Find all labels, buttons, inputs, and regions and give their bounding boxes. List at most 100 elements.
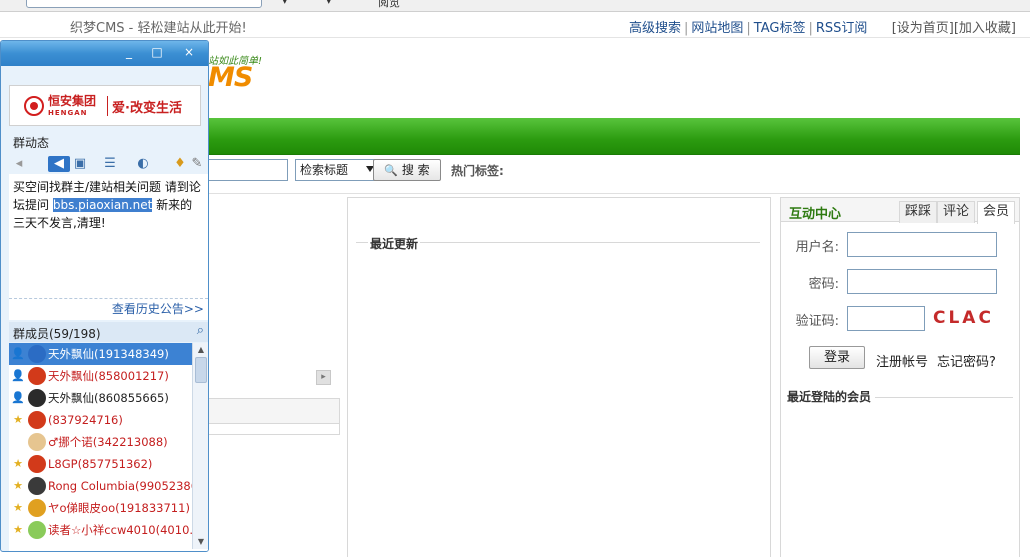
star-icon: ★ (13, 479, 23, 492)
wrench-icon[interactable]: ✎ (189, 156, 205, 172)
recent-updates-panel: 最近更新 (347, 197, 771, 557)
member-row[interactable]: ★ 读者☆小祥ccw4010(4010... (9, 519, 192, 541)
search-type-value: 检索标题 (300, 163, 349, 177)
blank-icon (11, 434, 25, 449)
list-icon[interactable]: ☰ (102, 156, 118, 172)
scroll-up-icon[interactable]: ▲ (195, 344, 207, 356)
avatar[interactable] (28, 367, 46, 385)
avatar[interactable] (28, 411, 46, 429)
interaction-center-title: 互动中心 (789, 207, 842, 222)
chat-icon[interactable]: ◐ (135, 156, 151, 172)
advanced-search-link[interactable]: 高级搜索 (629, 21, 681, 36)
link-separator: | (808, 21, 813, 36)
toolbar-arrow-icon[interactable]: ▾ (326, 0, 332, 7)
member-row[interactable]: 👤 天外飘仙(858001217) (9, 365, 192, 387)
tab-caicai[interactable]: 踩踩 (899, 201, 937, 223)
bulb-icon[interactable]: ♦ (172, 156, 188, 172)
tab-comments[interactable]: 评论 (937, 201, 975, 223)
banner-separator (107, 96, 108, 116)
scroll-down-icon[interactable]: ▼ (195, 536, 207, 548)
admin-icon: 👤 (11, 347, 25, 360)
qq-group-window: _ □ × 恒安集团 HENGAN 爱·改变生活 群动态 ◂ ◀ ▣ ☰ ◐ ♦ … (0, 40, 209, 552)
search-input[interactable] (208, 159, 288, 181)
hot-tags-label: 热门标签: (451, 164, 504, 178)
star-icon: ★ (13, 413, 23, 426)
image-icon[interactable]: ▣ (72, 156, 88, 172)
member-list-scrollbar[interactable]: ▲ ▼ (192, 343, 208, 549)
link-separator: | (684, 21, 689, 36)
captcha-image[interactable]: CLAC (933, 306, 997, 331)
hengan-logo-icon (24, 96, 44, 116)
tab-members[interactable]: 会员 (977, 201, 1015, 224)
avatar[interactable] (28, 455, 46, 473)
scroll-thumb[interactable] (195, 357, 207, 383)
members-title: 群成员(59/198) (13, 327, 101, 341)
member-row[interactable]: ★ Rong Columbia(990523860) (9, 475, 192, 497)
tag-link[interactable]: TAG标签 (754, 21, 806, 36)
member-name: 天外飘仙(191348349) (48, 347, 169, 361)
members-header: 群成员(59/198) ⌕ (9, 322, 208, 342)
member-name: (837924716) (48, 413, 123, 427)
member-row[interactable]: ★ L8GP(857751362) (9, 453, 192, 475)
group-news-title: 群动态 (13, 136, 50, 150)
address-bar[interactable] (26, 0, 262, 8)
toolbar-item[interactable]: 阅览 (378, 0, 400, 10)
member-name: 天外飘仙(858001217) (48, 369, 169, 383)
member-row[interactable]: ★ (837924716) (9, 409, 192, 431)
member-name: Rong Columbia(990523860) (48, 479, 192, 493)
search-type-select[interactable]: 检索标题 (295, 159, 378, 181)
set-homepage-link[interactable]: [设为首页] (892, 21, 954, 36)
password-input[interactable] (847, 269, 997, 294)
member-name: L8GP(857751362) (48, 457, 153, 471)
search-icon[interactable]: ⌕ (197, 323, 204, 338)
password-row: 密码: (781, 269, 1019, 295)
rss-link[interactable]: RSS订阅 (816, 21, 868, 36)
login-button[interactable]: 登录 (809, 346, 865, 369)
avatar[interactable] (28, 499, 46, 517)
register-link[interactable]: 注册帐号 (876, 351, 928, 370)
scroll-arrow-icon[interactable]: ▸ (316, 370, 331, 385)
captcha-text: CLAC (933, 308, 994, 328)
banner-brand: 恒安集团 HENGAN (48, 95, 96, 119)
toolbar-item-label: 阅览 (378, 0, 400, 9)
member-row[interactable]: ♂挪个诺(342213088) (9, 431, 192, 453)
avatar[interactable] (28, 345, 46, 363)
site-logo[interactable]: 站如此简单! MS (200, 48, 290, 98)
member-row[interactable]: 👤 天外飘仙(860855665) (9, 387, 192, 409)
maximize-icon[interactable]: □ (147, 44, 167, 60)
divider (208, 193, 1020, 194)
star-icon: ★ (13, 501, 23, 514)
minimize-icon[interactable]: _ (119, 44, 139, 60)
avatar[interactable] (28, 389, 46, 407)
username-row: 用户名: (781, 232, 1019, 258)
arrow-left-icon[interactable]: ◂ (11, 156, 27, 172)
avatar[interactable] (28, 477, 46, 495)
qq-titlebar[interactable]: _ □ × (1, 41, 208, 66)
group-news-toolbar: ◂ ◀ ▣ ☰ ◐ ♦ ✎ (9, 153, 206, 175)
speaker-icon[interactable]: ◀ (48, 156, 70, 172)
ad-banner[interactable]: 恒安集团 HENGAN 爱·改变生活 (9, 85, 201, 126)
close-icon[interactable]: × (179, 44, 199, 60)
interaction-tabs: 互动中心 踩踩 评论 会员 (781, 198, 1019, 224)
toolbar-arrow-icon[interactable]: ▾ (282, 0, 288, 7)
captcha-input[interactable] (847, 306, 925, 331)
forgot-password-link[interactable]: 忘记密码? (937, 351, 996, 370)
add-favorite-link[interactable]: [加入收藏] (954, 21, 1016, 36)
member-row[interactable]: 👤 天外飘仙(191348349) (9, 343, 192, 365)
history-announcements-link[interactable]: 查看历史公告>> (9, 298, 208, 320)
sitemap-link[interactable]: 网站地图 (691, 21, 743, 36)
search-button[interactable]: 🔍 搜 索 (373, 159, 441, 181)
username-label: 用户名: (795, 240, 839, 255)
left-tab-header (208, 399, 339, 424)
avatar[interactable] (28, 521, 46, 539)
browser-toolbar: ▾ ▾ 阅览 (0, 0, 1030, 12)
star-icon: ★ (13, 523, 23, 536)
member-list[interactable]: 👤 天外飘仙(191348349) 👤 天外飘仙(858001217) 👤 天外飘仙(86… (9, 343, 208, 551)
banner-brand-en: HENGAN (48, 109, 88, 117)
avatar[interactable] (28, 433, 46, 451)
member-name: ヤo俤眼皮oo(191833711) (48, 501, 190, 515)
member-row[interactable]: ★ ヤo俤眼皮oo(191833711) (9, 497, 192, 519)
notice-link[interactable]: bbs.piaoxian.net (52, 198, 153, 212)
site-slogan: 织梦CMS - 轻松建站从此开始! (70, 21, 247, 36)
username-input[interactable] (847, 232, 997, 257)
